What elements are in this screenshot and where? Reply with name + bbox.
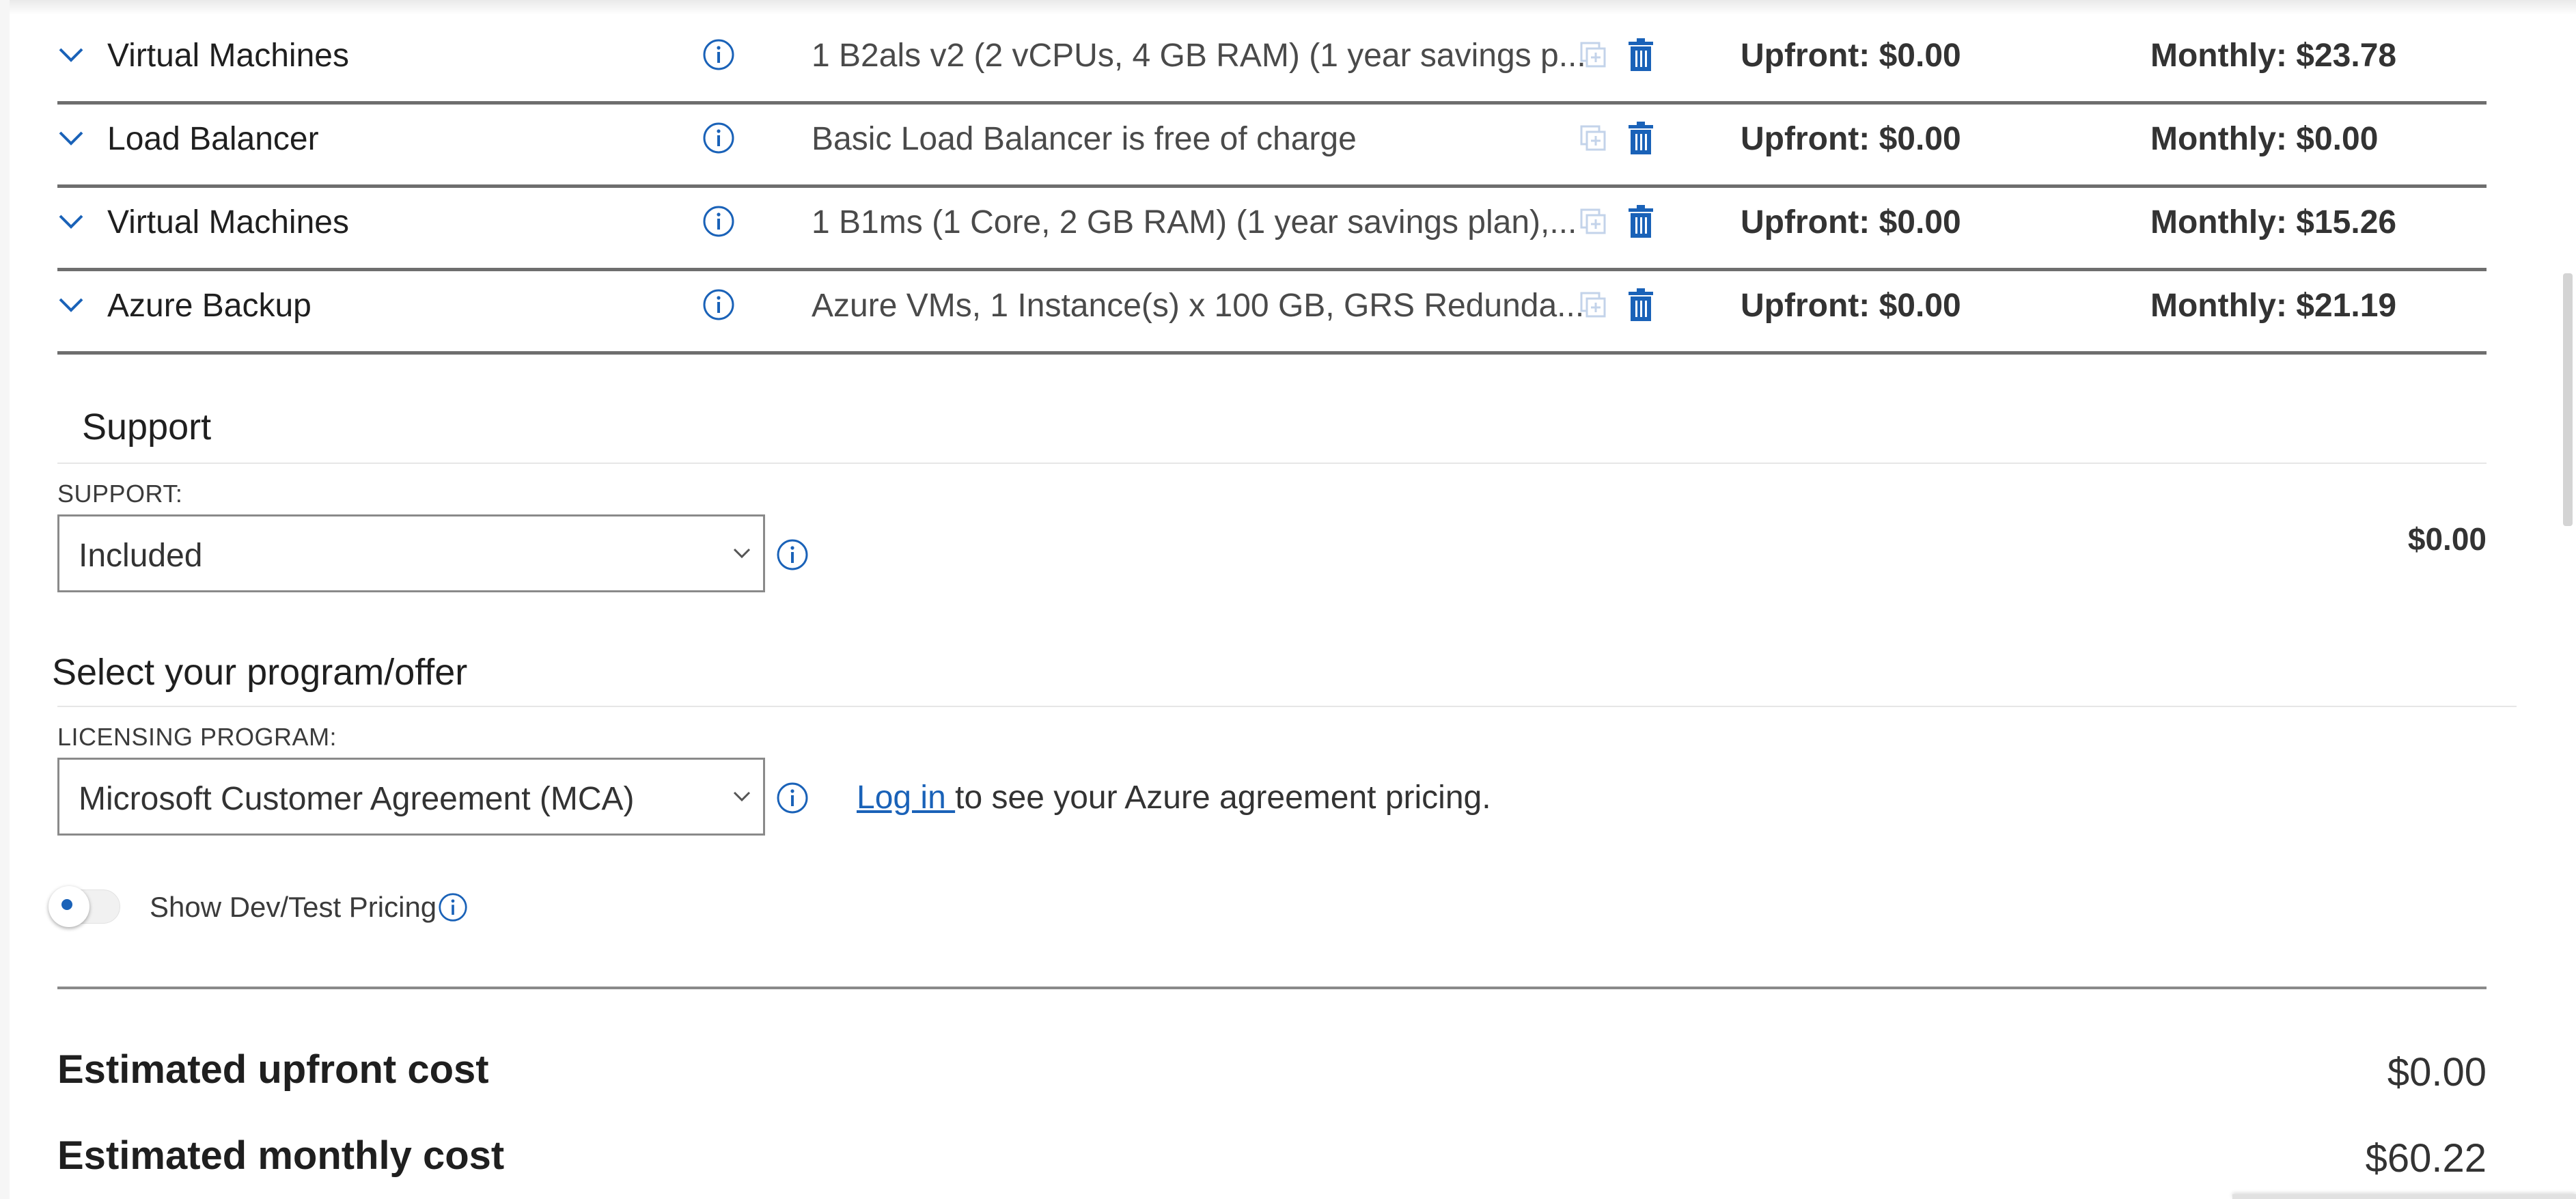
scrollbar-thumb[interactable]	[2563, 273, 2573, 526]
trash-icon[interactable]	[1627, 122, 1654, 158]
upfront-cost: Upfront: $0.00	[1741, 121, 1961, 157]
support-section-title: Support	[82, 406, 212, 447]
estimated-upfront-value: $0.00	[2387, 1050, 2487, 1094]
trash-icon[interactable]	[1627, 205, 1654, 241]
estimate-row-virtual-machines-2[interactable]: Virtual Machines 1 B1ms (1 Core, 2 GB RA…	[57, 184, 2487, 271]
service-name: Azure Backup	[107, 288, 311, 324]
copy-icon[interactable]	[1579, 291, 1607, 322]
info-icon[interactable]	[776, 782, 809, 818]
trash-icon[interactable]	[1627, 288, 1654, 325]
login-link[interactable]: Log in	[857, 780, 955, 816]
monthly-cost: Monthly: $15.26	[2150, 204, 2397, 240]
monthly-cost: Monthly: $21.19	[2150, 288, 2397, 324]
chevron-down-icon[interactable]	[57, 124, 85, 152]
chevron-down-icon[interactable]	[57, 41, 85, 68]
service-name: Virtual Machines	[107, 204, 349, 240]
upfront-cost: Upfront: $0.00	[1741, 204, 1961, 240]
trash-icon[interactable]	[1627, 38, 1654, 74]
login-message: Log in to see your Azure agreement prici…	[857, 779, 1491, 816]
upfront-cost: Upfront: $0.00	[1741, 288, 1961, 324]
estimated-upfront-label: Estimated upfront cost	[57, 1047, 489, 1092]
monthly-cost: Monthly: $0.00	[2150, 121, 2379, 157]
devtest-toggle[interactable]	[49, 886, 120, 927]
estimate-row-virtual-machines-1[interactable]: Virtual Machines 1 B2als v2 (2 vCPUs, 4 …	[57, 18, 2487, 105]
left-edge	[0, 0, 10, 1199]
chevron-down-icon[interactable]	[57, 208, 85, 235]
chevron-down-icon	[732, 790, 752, 807]
service-description: 1 B1ms (1 Core, 2 GB RAM) (1 year saving…	[812, 204, 1577, 240]
totals-divider	[57, 987, 2487, 989]
service-name: Virtual Machines	[107, 38, 349, 74]
support-divider	[57, 463, 2487, 464]
monthly-cost: Monthly: $23.78	[2150, 38, 2397, 74]
support-select[interactable]: Included	[57, 514, 765, 592]
licensing-program-select[interactable]: Microsoft Customer Agreement (MCA)	[57, 758, 765, 836]
toggle-knob	[49, 886, 89, 927]
estimate-row-azure-backup[interactable]: Azure Backup Azure VMs, 1 Instance(s) x …	[57, 268, 2487, 355]
service-description: 1 B2als v2 (2 vCPUs, 4 GB RAM) (1 year s…	[812, 38, 1586, 74]
licensing-program-selected-value: Microsoft Customer Agreement (MCA)	[79, 781, 635, 817]
estimated-monthly-label: Estimated monthly cost	[57, 1133, 505, 1178]
program-section-title: Select your program/offer	[52, 652, 468, 693]
devtest-label: Show Dev/Test Pricing	[150, 891, 437, 923]
program-divider	[57, 706, 2517, 707]
info-icon[interactable]	[702, 38, 735, 74]
top-shadow	[0, 0, 2576, 15]
info-icon[interactable]	[702, 205, 735, 241]
floating-panel-edge	[2232, 1194, 2576, 1199]
copy-icon[interactable]	[1579, 124, 1607, 155]
info-icon[interactable]	[702, 122, 735, 158]
copy-icon[interactable]	[1579, 41, 1607, 72]
chevron-down-icon	[732, 547, 752, 564]
service-name: Load Balancer	[107, 121, 319, 157]
upfront-cost: Upfront: $0.00	[1741, 38, 1961, 74]
estimate-row-load-balancer[interactable]: Load Balancer Basic Load Balancer is fre…	[57, 101, 2487, 188]
estimated-monthly-value: $60.22	[2365, 1136, 2487, 1181]
licensing-program-label: LICENSING PROGRAM:	[57, 723, 337, 751]
info-icon[interactable]	[438, 892, 468, 926]
support-selected-value: Included	[79, 538, 203, 574]
info-icon[interactable]	[702, 288, 735, 325]
chevron-down-icon[interactable]	[57, 291, 85, 318]
login-message-text: to see your Azure agreement pricing.	[955, 780, 1491, 816]
support-price: $0.00	[2407, 521, 2487, 557]
support-label: SUPPORT:	[57, 480, 183, 508]
info-icon[interactable]	[776, 538, 809, 575]
service-description: Basic Load Balancer is free of charge	[812, 121, 1357, 157]
service-description: Azure VMs, 1 Instance(s) x 100 GB, GRS R…	[812, 288, 1585, 324]
copy-icon[interactable]	[1579, 208, 1607, 238]
